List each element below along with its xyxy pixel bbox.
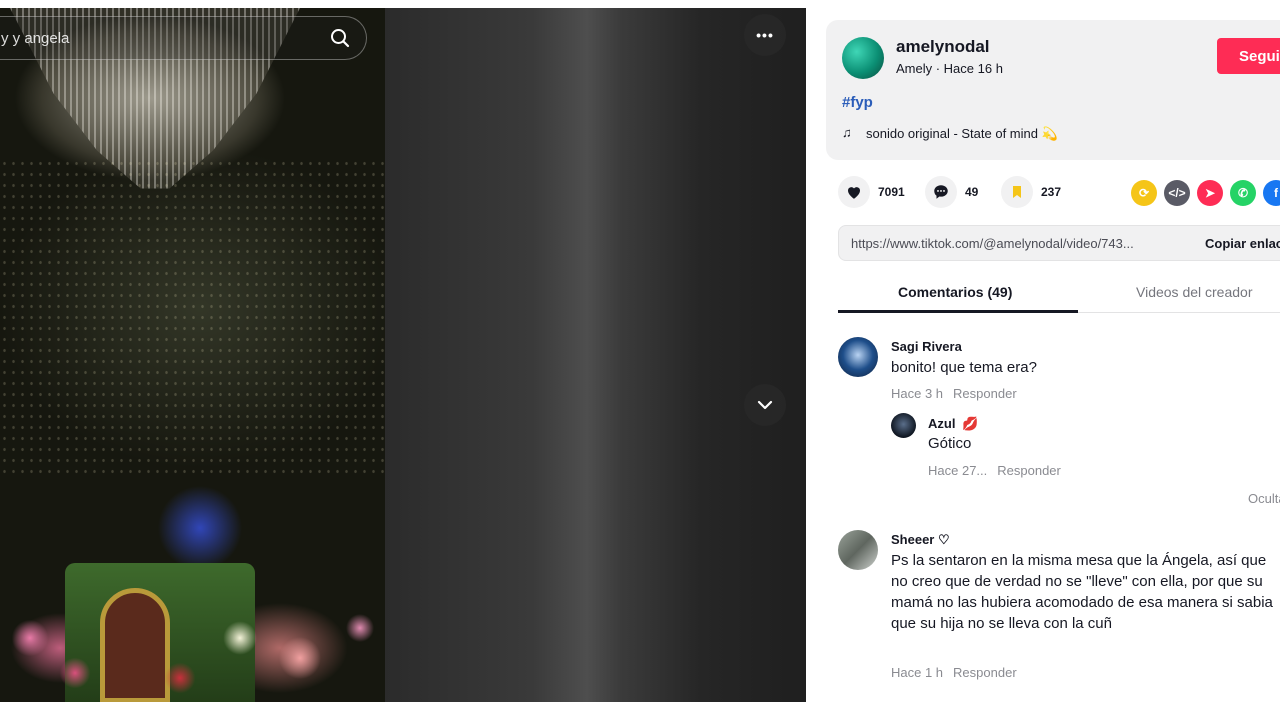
save-button[interactable] bbox=[1001, 176, 1033, 208]
panel-tabs: Comentarios (49) Videos del creador bbox=[838, 276, 1280, 313]
video-blurred-background bbox=[385, 8, 806, 702]
video-flowers bbox=[0, 598, 385, 702]
comment-text: bonito! que tema era? bbox=[891, 359, 1037, 376]
reply-meta: Hace 27... Responder bbox=[928, 463, 1061, 478]
save-count: 237 bbox=[1041, 185, 1062, 199]
video-player[interactable]: ••• bbox=[0, 8, 806, 702]
author-avatar[interactable] bbox=[842, 37, 884, 79]
commenter-name[interactable]: Sheeer ♡ bbox=[891, 532, 950, 548]
like-action[interactable]: 7091 bbox=[838, 176, 905, 208]
copy-link-button[interactable]: Copiar enlace bbox=[1197, 226, 1280, 260]
comment-button[interactable] bbox=[925, 176, 957, 208]
author-meta: Amely · Hace 16 h bbox=[896, 61, 1003, 76]
comment-meta: Hace 1 h Responder bbox=[891, 665, 1017, 680]
embed-icon[interactable]: </> bbox=[1164, 180, 1190, 206]
follow-button[interactable]: Seguir bbox=[1217, 38, 1280, 74]
search-input[interactable] bbox=[1, 17, 301, 59]
comment-action[interactable]: 49 bbox=[925, 176, 978, 208]
active-tab-indicator bbox=[838, 310, 1078, 313]
repost-icon[interactable]: ⟳ bbox=[1131, 180, 1157, 206]
save-action[interactable]: 237 bbox=[1001, 176, 1061, 208]
reply-button[interactable]: Responder bbox=[953, 386, 1017, 401]
tab-comments[interactable]: Comentarios (49) bbox=[898, 284, 1012, 300]
video-lights bbox=[0, 158, 385, 478]
facebook-icon[interactable]: f bbox=[1263, 180, 1280, 206]
commenter-avatar[interactable] bbox=[838, 337, 878, 377]
reply-time: Hace 27... bbox=[928, 463, 988, 478]
video-link-bar: https://www.tiktok.com/@amelynodal/video… bbox=[838, 225, 1280, 261]
tab-creator-videos[interactable]: Videos del creador bbox=[1136, 284, 1252, 300]
bookmark-icon bbox=[1013, 186, 1021, 198]
search-bar[interactable] bbox=[0, 16, 367, 60]
hide-replies-link[interactable]: Ocultar bbox=[1248, 491, 1280, 506]
video-frame bbox=[0, 8, 385, 702]
more-icon: ••• bbox=[756, 27, 774, 43]
reply-text: Gótico bbox=[928, 435, 972, 452]
chevron-down-icon bbox=[757, 400, 773, 410]
commenter-name[interactable]: Sagi Rivera bbox=[891, 339, 962, 354]
comment-time: Hace 3 h bbox=[891, 386, 944, 401]
details-panel: amelynodal Amely · Hace 16 h Seguir #fyp… bbox=[806, 0, 1280, 720]
video-link-url[interactable]: https://www.tiktok.com/@amelynodal/video… bbox=[851, 236, 1191, 251]
comment-icon bbox=[934, 185, 948, 199]
comment-time: Hace 1 h bbox=[891, 665, 944, 680]
send-to-friends-icon[interactable]: ➤ bbox=[1197, 180, 1223, 206]
reply-button[interactable]: Responder bbox=[953, 665, 1017, 680]
author-username[interactable]: amelynodal bbox=[896, 37, 990, 57]
music-note-icon: ♫ bbox=[842, 125, 852, 140]
like-button[interactable] bbox=[838, 176, 870, 208]
whatsapp-icon[interactable]: ✆ bbox=[1230, 180, 1256, 206]
hashtag-link[interactable]: #fyp bbox=[842, 94, 873, 111]
more-options-button[interactable]: ••• bbox=[744, 14, 786, 56]
kiss-emoji-icon: 💋 bbox=[962, 416, 979, 431]
commenter-avatar[interactable] bbox=[838, 530, 878, 570]
heart-icon bbox=[848, 187, 860, 199]
comment-text: Ps la sentaron en la misma mesa que la Á… bbox=[891, 552, 1273, 632]
comment-count: 49 bbox=[965, 185, 979, 199]
comment-meta: Hace 3 h Responder bbox=[891, 386, 1017, 401]
like-count: 7091 bbox=[878, 185, 905, 199]
video-info-card: amelynodal Amely · Hace 16 h Seguir #fyp… bbox=[826, 20, 1280, 160]
search-icon[interactable] bbox=[330, 28, 350, 48]
reply-avatar[interactable] bbox=[891, 413, 916, 438]
reply-author-name[interactable]: Azul bbox=[928, 416, 955, 431]
reply-button[interactable]: Responder bbox=[997, 463, 1061, 478]
music-label[interactable]: sonido original - State of mind 💫 bbox=[866, 126, 1058, 142]
next-video-button[interactable] bbox=[744, 384, 786, 426]
